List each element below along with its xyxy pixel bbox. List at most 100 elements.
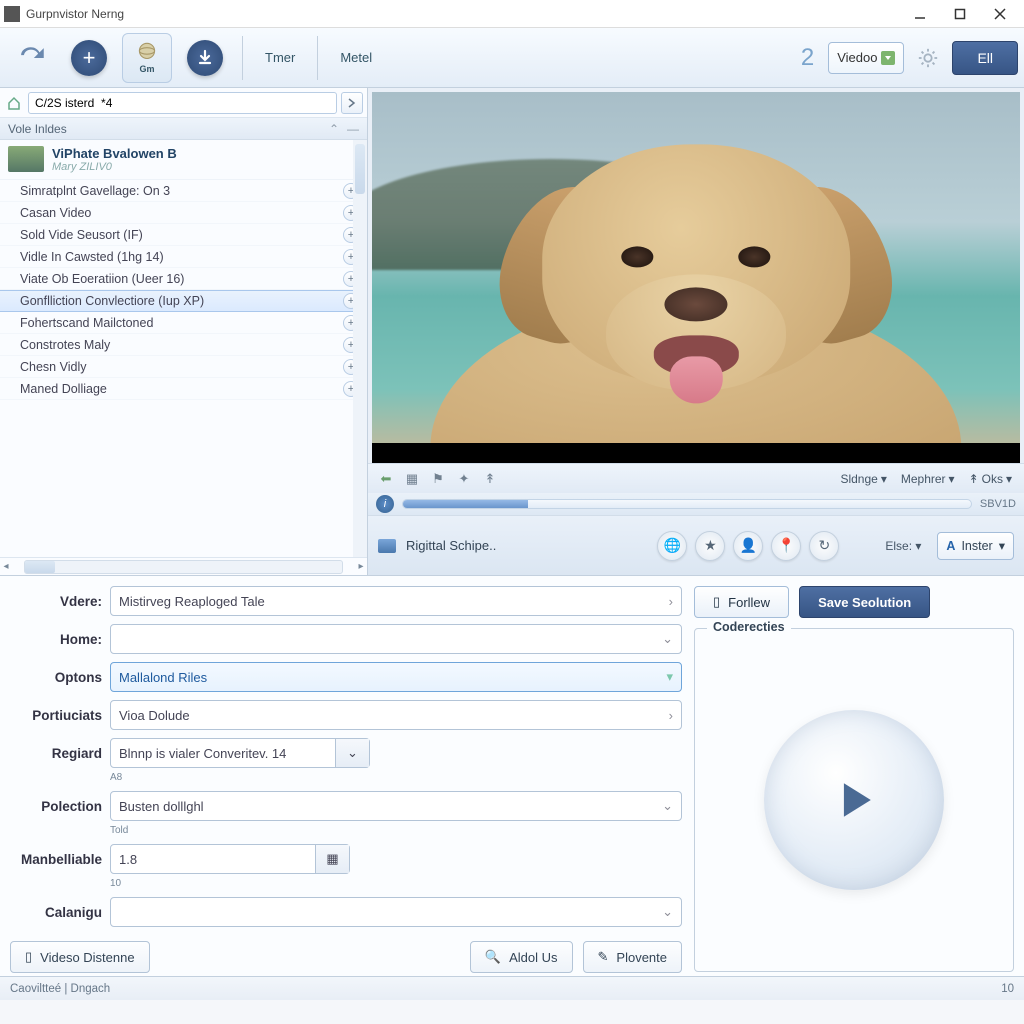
book-icon: ▯ xyxy=(25,949,32,965)
chevron-down-icon: ⌄ xyxy=(335,739,369,767)
preview-image xyxy=(430,124,961,463)
panel-controls: ⌃ — xyxy=(329,122,359,136)
inster-combo[interactable]: A Inster ▾ xyxy=(937,532,1014,560)
calanigu-select[interactable]: ⌄ xyxy=(110,897,682,927)
progress-track[interactable] xyxy=(402,499,972,509)
options-select[interactable]: Mallalond Riles▾ xyxy=(110,662,682,692)
primary-action-button[interactable]: Ell xyxy=(952,41,1018,75)
featured-item[interactable]: ViPhate Bvalowen B Mary ZILIV0 xyxy=(0,140,367,180)
else-dropdown[interactable]: Else: ▾ xyxy=(879,535,927,557)
chevron-down-icon: ▾ xyxy=(999,538,1005,553)
video-distenne-button[interactable]: ▯Videso Distenne xyxy=(10,941,150,973)
list-item[interactable]: Vidle In Cawsted (1hg 14)+ xyxy=(0,246,367,268)
video-format-combo[interactable]: Viedoo xyxy=(828,42,904,74)
metel-link[interactable]: Metel xyxy=(330,44,382,71)
pin-button[interactable]: 📍 xyxy=(771,531,801,561)
add-button[interactable]: + xyxy=(64,33,114,83)
video-preview[interactable] xyxy=(372,92,1020,463)
letter-icon: A xyxy=(946,539,955,553)
list-item[interactable]: Constrotes Maly+ xyxy=(0,334,367,356)
star-button[interactable]: ★ xyxy=(695,531,725,561)
list-item[interactable]: Chesn Vidly+ xyxy=(0,356,367,378)
settings-button[interactable] xyxy=(912,42,944,74)
list-item[interactable]: Viate Ob Eoeratiion (Ueer 16)+ xyxy=(0,268,367,290)
home-select[interactable]: ⌄ xyxy=(110,624,682,654)
list-item[interactable]: Maned Dolliage+ xyxy=(0,378,367,400)
info-icon[interactable]: i xyxy=(376,495,394,513)
chevron-right-icon: › xyxy=(669,594,673,609)
collapse-icon[interactable]: ⌃ xyxy=(329,122,339,136)
list-item[interactable]: Sold Vide Seusort (IF)+ xyxy=(0,224,367,246)
sidebar-list: ViPhate Bvalowen B Mary ZILIV0 Simratpln… xyxy=(0,140,367,557)
polection-select[interactable]: Busten dolllghl⌄ xyxy=(110,791,682,821)
maximize-button[interactable] xyxy=(940,0,980,28)
save-button[interactable]: Save Seolution xyxy=(799,586,930,618)
home-icon xyxy=(7,96,21,110)
person-button[interactable]: 👤 xyxy=(733,531,763,561)
star-icon[interactable]: ✦ xyxy=(454,469,474,489)
portiuciats-label: Portiuciats xyxy=(10,708,102,723)
path-input[interactable] xyxy=(28,92,337,114)
preview-actions: Rigittal Schipe.. 🌐 ★ 👤 📍 ↻ Else: ▾ A In… xyxy=(368,515,1024,575)
list-item-label: Simratplnt Gavellage: On 3 xyxy=(20,184,170,198)
scroll-left-icon[interactable]: ◂ xyxy=(0,561,12,572)
clock-button[interactable]: ↻ xyxy=(809,531,839,561)
path-bar xyxy=(0,88,367,118)
progress-bar-row: i SBV1D xyxy=(368,493,1024,515)
list-item[interactable]: Casan Video+ xyxy=(0,202,367,224)
manbelliable-input[interactable]: 1.8▦ xyxy=(110,844,350,874)
chevron-down-icon: ⌄ xyxy=(662,904,673,920)
back-icon[interactable]: ⬅ xyxy=(376,469,396,489)
status-right: 10 xyxy=(1001,983,1014,995)
minimize-icon[interactable]: — xyxy=(347,122,359,136)
play-button[interactable] xyxy=(764,710,944,890)
gear-icon xyxy=(917,47,939,69)
play-icon xyxy=(826,772,882,828)
panel-title: Vole Inldes xyxy=(8,122,67,136)
slange-dropdown[interactable]: Sldnge ▾ xyxy=(836,470,890,488)
chevron-down-icon: ▾ xyxy=(881,472,887,486)
coderecties-legend: Coderecties xyxy=(707,620,791,634)
path-go-button[interactable] xyxy=(341,92,363,114)
close-button[interactable] xyxy=(980,0,1020,28)
plovente-button[interactable]: ✎Plovente xyxy=(583,941,683,973)
middle-row: Vole Inldes ⌃ — ViPhate Bvalowen B Mary … xyxy=(0,88,1024,576)
combo-label: Viedoo xyxy=(837,50,877,65)
mepher-dropdown[interactable]: Mephrer ▾ xyxy=(897,470,959,488)
portiuciats-input[interactable]: Vioa Dolude› xyxy=(110,700,682,730)
vdere-input[interactable]: Mistirveg Reaploged Tale› xyxy=(110,586,682,616)
up-icon[interactable]: ↟ xyxy=(480,469,500,489)
titlebar: Gurpnvistor Nerng xyxy=(0,0,1024,28)
download-button[interactable] xyxy=(180,33,230,83)
timer-link[interactable]: Tmer xyxy=(255,44,305,71)
list-item-label: Gonflliction Convlectiore (Iup XP) xyxy=(20,294,204,308)
home-button[interactable] xyxy=(4,93,24,113)
scroll-right-icon[interactable]: ▸ xyxy=(355,561,367,572)
minimize-button[interactable] xyxy=(900,0,940,28)
polection-hint: A8 xyxy=(110,772,682,783)
primary-action-label: Ell xyxy=(977,50,993,66)
document-icon: ▯ xyxy=(713,594,720,610)
oks-dropdown[interactable]: ↟ Oks ▾ xyxy=(965,470,1016,488)
regiard-select[interactable]: Blnnp is vialer Converitev. 14⌄ xyxy=(110,738,370,768)
preview-toolbar: ⬅ ▦ ⚑ ✦ ↟ Sldnge ▾ Mephrer ▾ ↟ Oks ▾ xyxy=(368,463,1024,493)
envelope-icon xyxy=(378,539,396,553)
gm-button[interactable]: Gm xyxy=(122,33,172,83)
picker-icon[interactable]: ▦ xyxy=(315,845,349,873)
list-item[interactable]: Gonflliction Convlectiore (Iup XP)+ xyxy=(0,290,367,312)
vdere-label: Vdere: xyxy=(10,594,102,609)
forllew-button[interactable]: ▯Forllew xyxy=(694,586,789,618)
flag-icon[interactable]: ⚑ xyxy=(428,469,448,489)
home-label: Home: xyxy=(10,632,102,647)
horizontal-scrollbar[interactable]: ◂ ▸ xyxy=(0,557,367,575)
regiard-label: Regiard xyxy=(10,746,102,761)
vertical-scrollbar[interactable] xyxy=(353,140,367,557)
actions-label: Rigittal Schipe.. xyxy=(406,538,496,553)
refresh-icon xyxy=(14,41,48,75)
globe-button[interactable]: 🌐 xyxy=(657,531,687,561)
list-item[interactable]: Simratplnt Gavellage: On 3+ xyxy=(0,180,367,202)
refresh-button[interactable] xyxy=(6,33,56,83)
grid-icon[interactable]: ▦ xyxy=(402,469,422,489)
aldol-us-button[interactable]: 🔍Aldol Us xyxy=(470,941,573,973)
list-item[interactable]: Fohertscand Mailctoned+ xyxy=(0,312,367,334)
